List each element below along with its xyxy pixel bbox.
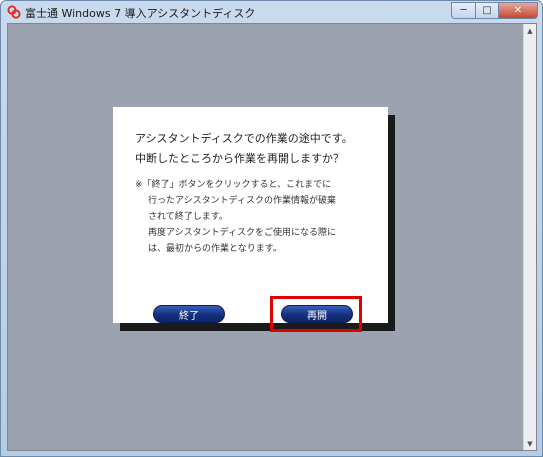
title-bar[interactable]: 富士通 Windows 7 導入アシスタントディスク ─ □ ✕: [1, 1, 542, 23]
dialog-note: ※「終了」ボタンをクリックすると、これまでに 行ったアシスタントディスクの作業情…: [135, 177, 375, 257]
fujitsu-logo-icon: [7, 5, 21, 19]
note-line: されて終了します。: [148, 212, 228, 222]
note-line: 再度アシスタントディスクをご使用になる際に: [148, 228, 337, 238]
window-title: 富士通 Windows 7 導入アシスタントディスク: [25, 7, 256, 20]
end-button[interactable]: 終了: [153, 305, 225, 323]
note-line: は、最初からの作業となります。: [148, 244, 282, 254]
close-button[interactable]: ✕: [498, 2, 538, 19]
resume-dialog: アシスタントディスクでの作業の途中です。 中断したところから作業を再開しますか？…: [113, 107, 388, 323]
dialog-message: アシスタントディスクでの作業の途中です。 中断したところから作業を再開しますか？: [135, 129, 375, 169]
scroll-up-icon[interactable]: ▲: [524, 24, 536, 37]
resume-button-highlight: [270, 296, 362, 332]
message-line: 中断したところから作業を再開しますか？: [135, 152, 344, 165]
window-controls: ─ □ ✕: [451, 2, 538, 19]
note-line: ※「終了」ボタンをクリックすると、これまでに: [135, 180, 332, 190]
note-line: 行ったアシスタントディスクの作業情報が破棄: [148, 196, 337, 206]
vertical-scrollbar[interactable]: ▲ ▼: [523, 24, 536, 450]
message-line: アシスタントディスクでの作業の途中です。: [135, 132, 353, 145]
minimize-button[interactable]: ─: [451, 2, 475, 19]
scroll-down-icon[interactable]: ▼: [524, 437, 536, 450]
maximize-button[interactable]: □: [475, 2, 498, 19]
